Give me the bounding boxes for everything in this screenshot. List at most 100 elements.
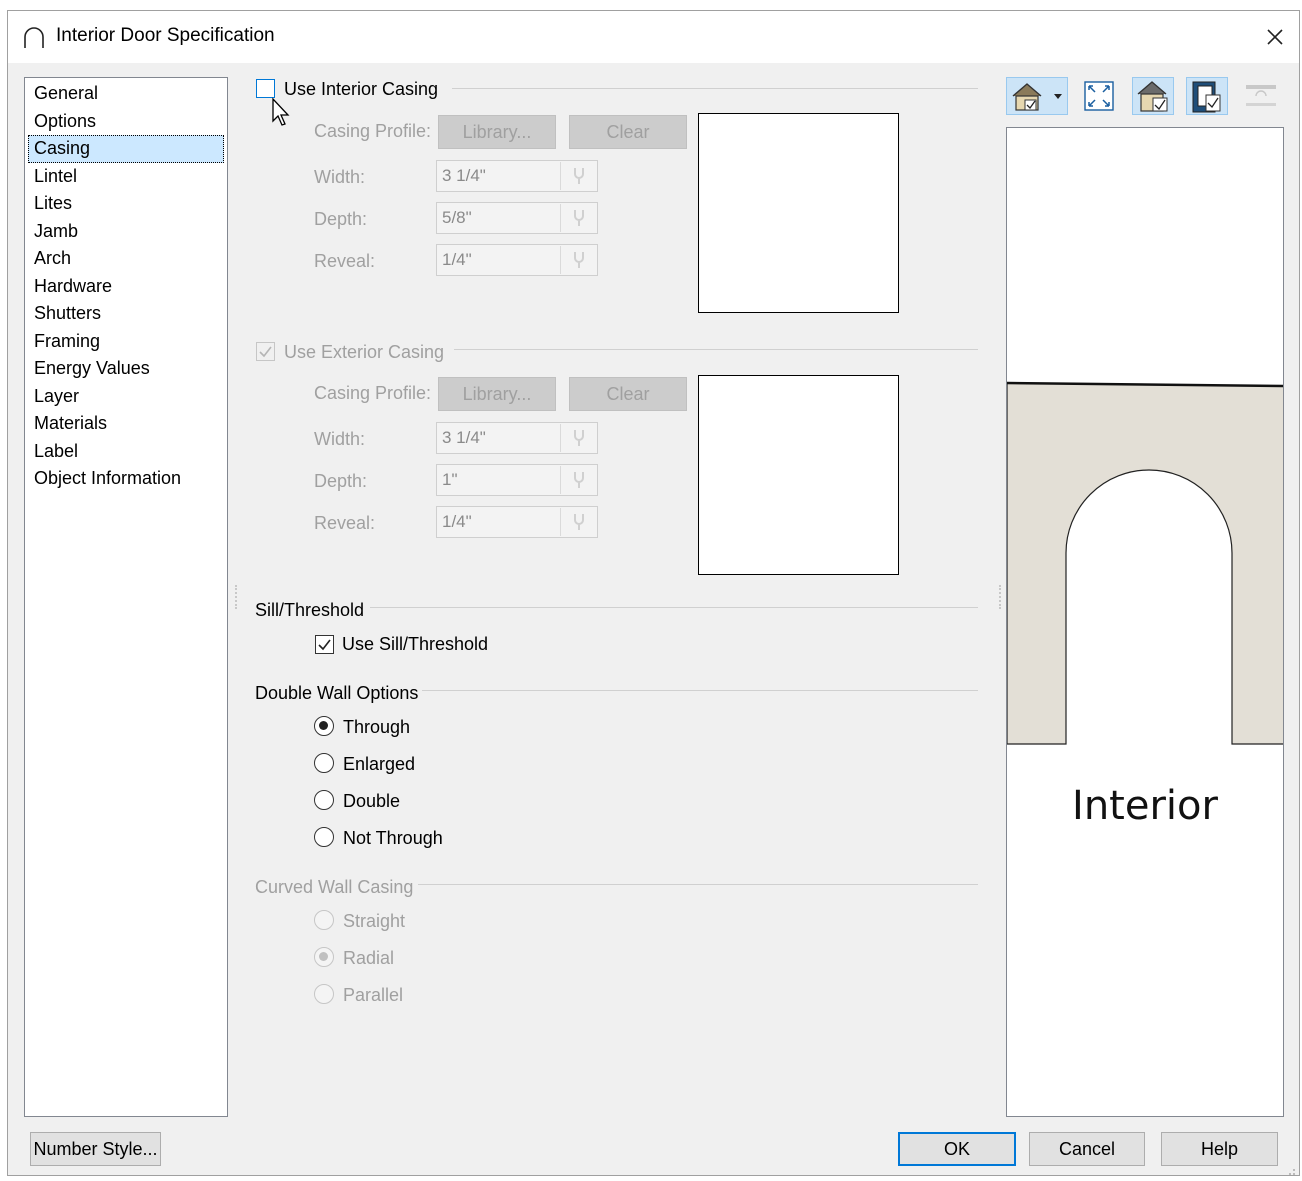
radio-radial[interactable] bbox=[314, 947, 334, 967]
use-exterior-casing-label[interactable]: Use Exterior Casing bbox=[284, 342, 444, 363]
close-icon[interactable] bbox=[1259, 21, 1291, 53]
section-divider bbox=[370, 607, 978, 608]
interior-profile-preview bbox=[698, 113, 899, 313]
door-preview-pane[interactable]: Interior bbox=[1006, 127, 1284, 1117]
sill-threshold-header: Sill/Threshold bbox=[255, 600, 365, 620]
splitter-grip[interactable] bbox=[235, 585, 238, 609]
exterior-reveal-field[interactable]: 1/4" bbox=[436, 506, 598, 538]
nav-item-arch[interactable]: Arch bbox=[28, 245, 224, 273]
use-interior-casing-label[interactable]: Use Interior Casing bbox=[284, 79, 438, 100]
nav-item-hardware[interactable]: Hardware bbox=[28, 273, 224, 301]
exterior-library-button[interactable]: Library... bbox=[438, 377, 556, 411]
fit-window-icon bbox=[1084, 81, 1114, 111]
door-arch-preview bbox=[1007, 381, 1283, 745]
nav-item-framing[interactable]: Framing bbox=[28, 328, 224, 356]
door-arch-icon bbox=[22, 25, 46, 49]
exterior-casing-profile-label: Casing Profile: bbox=[314, 383, 432, 403]
section-divider bbox=[454, 349, 978, 350]
exterior-width-value: 3 1/4" bbox=[442, 428, 486, 447]
nav-item-label[interactable]: Label bbox=[28, 438, 224, 466]
nav-item-materials[interactable]: Materials bbox=[28, 410, 224, 438]
option-through-label[interactable]: Through bbox=[343, 717, 410, 738]
cancel-button[interactable]: Cancel bbox=[1029, 1132, 1145, 1166]
radio-straight[interactable] bbox=[314, 910, 334, 930]
nav-item-shutters[interactable]: Shutters bbox=[28, 300, 224, 328]
curved-wall-casing-header: Curved Wall Casing bbox=[255, 877, 414, 897]
interior-depth-label: Depth: bbox=[314, 209, 368, 229]
option-parallel-label[interactable]: Parallel bbox=[343, 985, 403, 1006]
interior-width-field[interactable]: 3 1/4" bbox=[436, 160, 598, 192]
nav-item-object-information[interactable]: Object Information bbox=[28, 465, 224, 493]
exterior-width-label: Width: bbox=[314, 429, 366, 449]
nav-item-lintel[interactable]: Lintel bbox=[28, 163, 224, 191]
nav-item-layer[interactable]: Layer bbox=[28, 383, 224, 411]
unit-wrench-icon[interactable] bbox=[560, 162, 596, 190]
double-wall-options-header: Double Wall Options bbox=[255, 683, 419, 703]
reset-button[interactable] bbox=[1242, 77, 1280, 115]
interior-reveal-value: 1/4" bbox=[442, 250, 472, 269]
radio-parallel[interactable] bbox=[314, 984, 334, 1004]
exterior-depth-field[interactable]: 1" bbox=[436, 464, 598, 496]
ok-button[interactable]: OK bbox=[898, 1132, 1016, 1166]
nav-item-jamb[interactable]: Jamb bbox=[28, 218, 224, 246]
interior-depth-value: 5/8" bbox=[442, 208, 472, 227]
option-not-through-label[interactable]: Not Through bbox=[343, 828, 443, 849]
exterior-profile-preview bbox=[698, 375, 899, 575]
option-enlarged-label[interactable]: Enlarged bbox=[343, 754, 415, 775]
resize-grip-icon[interactable] bbox=[1284, 1160, 1296, 1175]
exterior-reveal-value: 1/4" bbox=[442, 512, 472, 531]
preview-toolbar bbox=[1006, 77, 1286, 117]
show-casing-button[interactable] bbox=[1186, 77, 1228, 115]
nav-item-general[interactable]: General bbox=[28, 80, 224, 108]
preview-interior-label: Interior bbox=[1072, 783, 1218, 829]
view-mode-icon bbox=[1012, 83, 1062, 111]
unit-wrench-icon[interactable] bbox=[560, 246, 596, 274]
exterior-clear-button[interactable]: Clear bbox=[569, 377, 687, 411]
radio-not-through[interactable] bbox=[314, 827, 334, 847]
interior-clear-button[interactable]: Clear bbox=[569, 115, 687, 149]
show-casing-icon bbox=[1192, 81, 1221, 113]
nav-item-lites[interactable]: Lites bbox=[28, 190, 224, 218]
category-list[interactable]: General Options Casing Lintel Lites Jamb… bbox=[24, 77, 228, 1117]
interior-reveal-label: Reveal: bbox=[314, 251, 376, 271]
interior-width-value: 3 1/4" bbox=[442, 166, 486, 185]
interior-width-label: Width: bbox=[314, 167, 366, 187]
exterior-width-field[interactable]: 3 1/4" bbox=[436, 422, 598, 454]
exterior-depth-label: Depth: bbox=[314, 471, 368, 491]
unit-wrench-icon[interactable] bbox=[560, 508, 596, 536]
section-divider bbox=[452, 88, 978, 89]
exterior-reveal-label: Reveal: bbox=[314, 513, 376, 533]
view-mode-button[interactable] bbox=[1006, 77, 1068, 115]
nav-item-options[interactable]: Options bbox=[28, 108, 224, 136]
radio-double[interactable] bbox=[314, 790, 334, 810]
section-divider bbox=[422, 690, 978, 691]
interior-casing-profile-label: Casing Profile: bbox=[314, 121, 432, 141]
splitter-grip[interactable] bbox=[999, 585, 1002, 609]
option-double-label[interactable]: Double bbox=[343, 791, 400, 812]
nav-item-casing[interactable]: Casing bbox=[28, 135, 224, 163]
unit-wrench-icon[interactable] bbox=[560, 466, 596, 494]
reset-icon bbox=[1246, 85, 1276, 106]
section-divider bbox=[418, 884, 978, 885]
use-sill-threshold-checkbox[interactable] bbox=[315, 635, 334, 654]
radio-through[interactable] bbox=[314, 716, 334, 736]
interior-reveal-field[interactable]: 1/4" bbox=[436, 244, 598, 276]
show-house-icon bbox=[1137, 81, 1168, 112]
interior-depth-field[interactable]: 5/8" bbox=[436, 202, 598, 234]
help-button[interactable]: Help bbox=[1161, 1132, 1278, 1166]
radio-enlarged[interactable] bbox=[314, 753, 334, 773]
show-house-button[interactable] bbox=[1132, 77, 1174, 115]
use-exterior-casing-checkbox[interactable] bbox=[256, 342, 275, 361]
fit-window-button[interactable] bbox=[1080, 77, 1118, 115]
option-radial-label[interactable]: Radial bbox=[343, 948, 394, 969]
mouse-cursor-icon bbox=[270, 97, 294, 129]
unit-wrench-icon[interactable] bbox=[560, 204, 596, 232]
interior-library-button[interactable]: Library... bbox=[438, 115, 556, 149]
number-style-button[interactable]: Number Style... bbox=[30, 1132, 161, 1166]
option-straight-label[interactable]: Straight bbox=[343, 911, 405, 932]
title-bar: Interior Door Specification bbox=[8, 11, 1299, 63]
use-sill-threshold-label[interactable]: Use Sill/Threshold bbox=[342, 634, 488, 655]
nav-item-energy-values[interactable]: Energy Values bbox=[28, 355, 224, 383]
use-interior-casing-checkbox[interactable] bbox=[256, 79, 275, 98]
unit-wrench-icon[interactable] bbox=[560, 424, 596, 452]
